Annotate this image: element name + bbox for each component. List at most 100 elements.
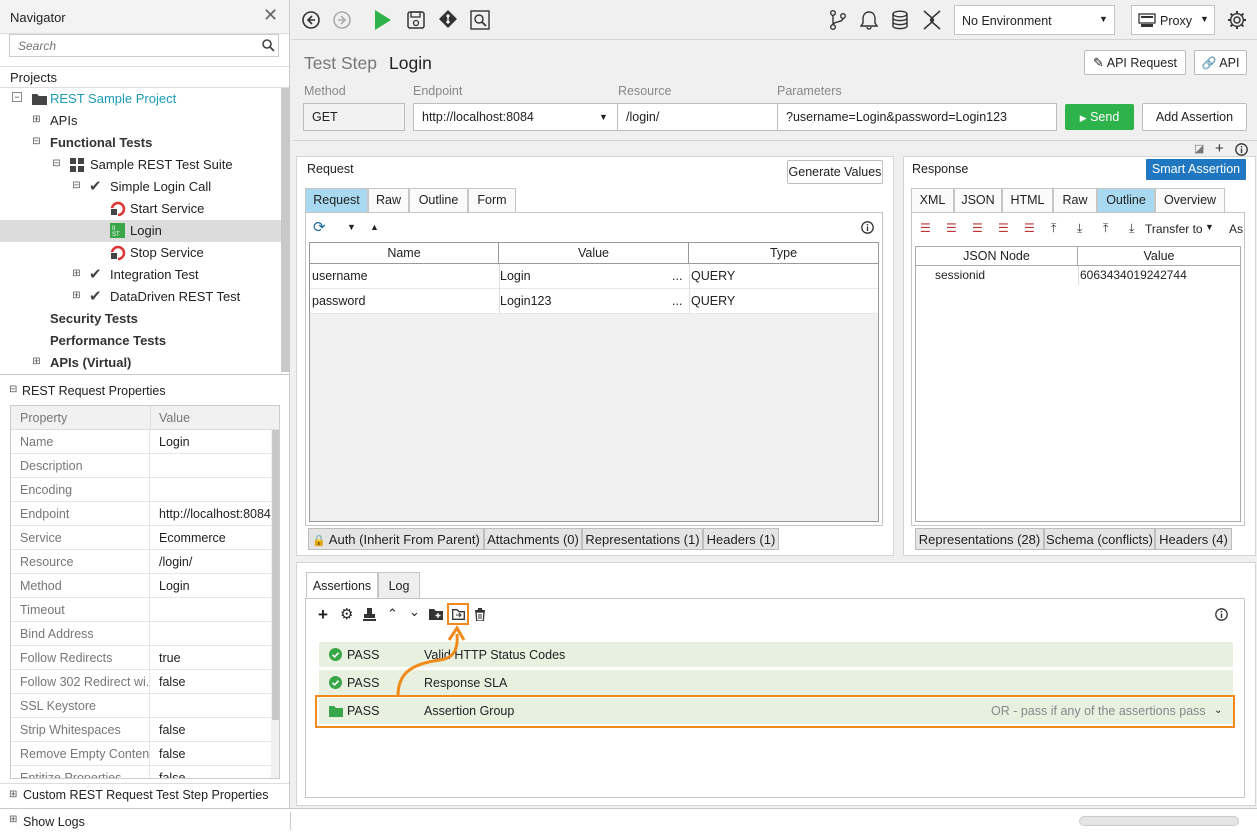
layout-icon[interactable]: ◪ (1194, 142, 1204, 155)
expand-icon[interactable]: ⊞ (72, 291, 81, 301)
property-value[interactable]: Ecommerce (151, 526, 271, 550)
more-button[interactable]: ... (672, 289, 682, 314)
property-value[interactable]: /login/ (151, 550, 271, 574)
tab-schema[interactable]: Schema (conflicts) (1044, 528, 1155, 550)
search-field[interactable] (10, 35, 250, 56)
tab-outline[interactable]: Outline (1097, 188, 1155, 212)
chevron-up-icon[interactable]: ▲ (370, 222, 379, 232)
property-row[interactable]: Resource/login/ (11, 550, 271, 574)
tab-assertions[interactable]: Assertions (306, 572, 378, 599)
expand-icon[interactable]: ⊞ (9, 814, 17, 825)
inspect-icon[interactable] (470, 10, 492, 32)
resource-field[interactable]: /login/ (618, 103, 778, 131)
endpoint-select[interactable]: http://localhost:8084 ▼ (413, 103, 618, 131)
collapse-icon[interactable]: ⤓ (1129, 221, 1134, 236)
expand-icon[interactable]: ⊞ (32, 357, 41, 367)
tab-raw[interactable]: Raw (368, 188, 409, 212)
tab-html[interactable]: HTML (1002, 188, 1053, 212)
property-value[interactable]: true (151, 646, 271, 670)
properties-header[interactable]: ⊟ REST Request Properties (0, 381, 289, 401)
chevron-down-icon[interactable]: ▼ (347, 222, 356, 232)
more-button[interactable]: ... (672, 264, 682, 289)
send-button[interactable]: ▶ Send (1065, 104, 1134, 130)
property-row[interactable]: Entitize Properties false (11, 766, 271, 778)
parameters-field[interactable]: ?username=Login&password=Login123 (777, 103, 1057, 131)
tab-headers[interactable]: Headers (1) (703, 528, 779, 550)
table-row[interactable]: password Login123 ... QUERY (310, 289, 878, 314)
search-icon[interactable] (262, 39, 275, 52)
align-icon[interactable]: ☰ (972, 221, 983, 235)
forward-icon[interactable] (332, 10, 354, 32)
property-row[interactable]: Method Login (11, 574, 271, 598)
tab-attachments[interactable]: Attachments (0) (484, 528, 582, 550)
property-value[interactable]: false (151, 718, 271, 742)
add-assertion-button[interactable]: Add Assertion (1142, 103, 1247, 131)
collapse-icon[interactable]: ⊟ (9, 384, 17, 395)
as-label[interactable]: As (1229, 222, 1243, 236)
gear-icon[interactable] (1227, 10, 1249, 32)
align-icon[interactable]: ☰ (920, 221, 931, 235)
proxy-select[interactable]: Proxy ▼ (1131, 5, 1215, 35)
branch-icon[interactable] (829, 10, 851, 32)
property-row[interactable]: Strip Whitespaces false (11, 718, 271, 742)
property-row[interactable]: Bind Address (11, 622, 271, 646)
folder-add-icon[interactable] (429, 608, 443, 620)
align-icon[interactable]: ☰ (998, 221, 1009, 235)
method-field[interactable]: GET (303, 103, 405, 131)
expand-icon[interactable]: ⊞ (32, 115, 41, 125)
property-row[interactable]: Name Login (11, 430, 271, 454)
align-icon[interactable]: ☰ (946, 221, 957, 235)
smart-assertion-button[interactable]: Smart Assertion (1146, 159, 1246, 180)
close-icon[interactable]: ✕ (263, 6, 278, 24)
property-value[interactable]: false (151, 742, 271, 766)
refresh-icon[interactable]: ⟳ (313, 218, 326, 236)
virtualization-icon[interactable] (922, 9, 944, 31)
property-row[interactable]: Follow 302 Redirect wi... false (11, 670, 271, 694)
run-icon[interactable] (374, 9, 396, 31)
property-row[interactable]: Encoding (11, 478, 271, 502)
tab-request[interactable]: Request (305, 188, 368, 212)
collapse-icon[interactable]: ⊟ (32, 137, 41, 147)
property-value[interactable]: Login (151, 430, 271, 454)
chevron-up-icon[interactable]: ⌃ (387, 606, 398, 622)
tab-outline[interactable]: Outline (409, 188, 468, 212)
save-icon[interactable] (407, 11, 429, 33)
tab-representations[interactable]: Representations (28) (915, 528, 1044, 550)
show-logs-link[interactable]: Show Logs (23, 815, 85, 829)
info-icon[interactable] (1215, 608, 1228, 621)
tab-representations[interactable]: Representations (1) (582, 528, 703, 550)
api-button[interactable]: 🔗 API (1194, 50, 1247, 75)
property-row[interactable]: Timeout (11, 598, 271, 622)
property-row[interactable]: Endpoint http://localhost:8084 (11, 502, 271, 526)
add-icon[interactable]: + (318, 605, 328, 625)
property-row[interactable]: Remove Empty Content false (11, 742, 271, 766)
table-row[interactable]: username Login ... QUERY (310, 264, 878, 289)
expand-icon[interactable]: ⊞ (72, 269, 81, 279)
tab-xml[interactable]: XML (911, 188, 954, 212)
chevron-down-icon[interactable]: ⌄ (409, 604, 420, 620)
collapse-all-icon[interactable]: ⤓ (1077, 221, 1082, 236)
properties-scrollbar[interactable] (271, 430, 279, 778)
property-value[interactable]: false (151, 670, 271, 694)
generate-values-button[interactable]: Generate Values (787, 160, 883, 184)
back-icon[interactable] (301, 10, 323, 32)
trash-icon[interactable] (474, 608, 486, 621)
json-row[interactable]: sessionid 6063434019242744 (916, 266, 1240, 285)
collapse-icon[interactable]: ⊟ (72, 181, 81, 191)
expand-all-icon[interactable]: ⤒ (1051, 221, 1056, 236)
group-button-highlight[interactable] (447, 603, 469, 625)
tree-item-security-tests[interactable]: Security Tests (50, 308, 138, 330)
tab-overview[interactable]: Overview (1155, 188, 1225, 212)
environment-select[interactable]: No Environment ▼ (954, 5, 1115, 35)
expand-icon[interactable]: ⊞ (9, 789, 17, 800)
property-row[interactable]: Description (11, 454, 271, 478)
database-icon[interactable] (891, 10, 913, 32)
collapse-icon[interactable]: − (12, 92, 22, 102)
info-icon[interactable] (1235, 143, 1248, 156)
property-row[interactable]: Follow Redirects true (11, 646, 271, 670)
add-icon[interactable]: + (1215, 140, 1224, 157)
tree-item-performance-tests[interactable]: Performance Tests (50, 330, 166, 352)
info-icon[interactable] (861, 221, 874, 234)
tab-headers[interactable]: Headers (4) (1155, 528, 1232, 550)
tree-item-login[interactable]: II ST Login (0, 220, 281, 242)
